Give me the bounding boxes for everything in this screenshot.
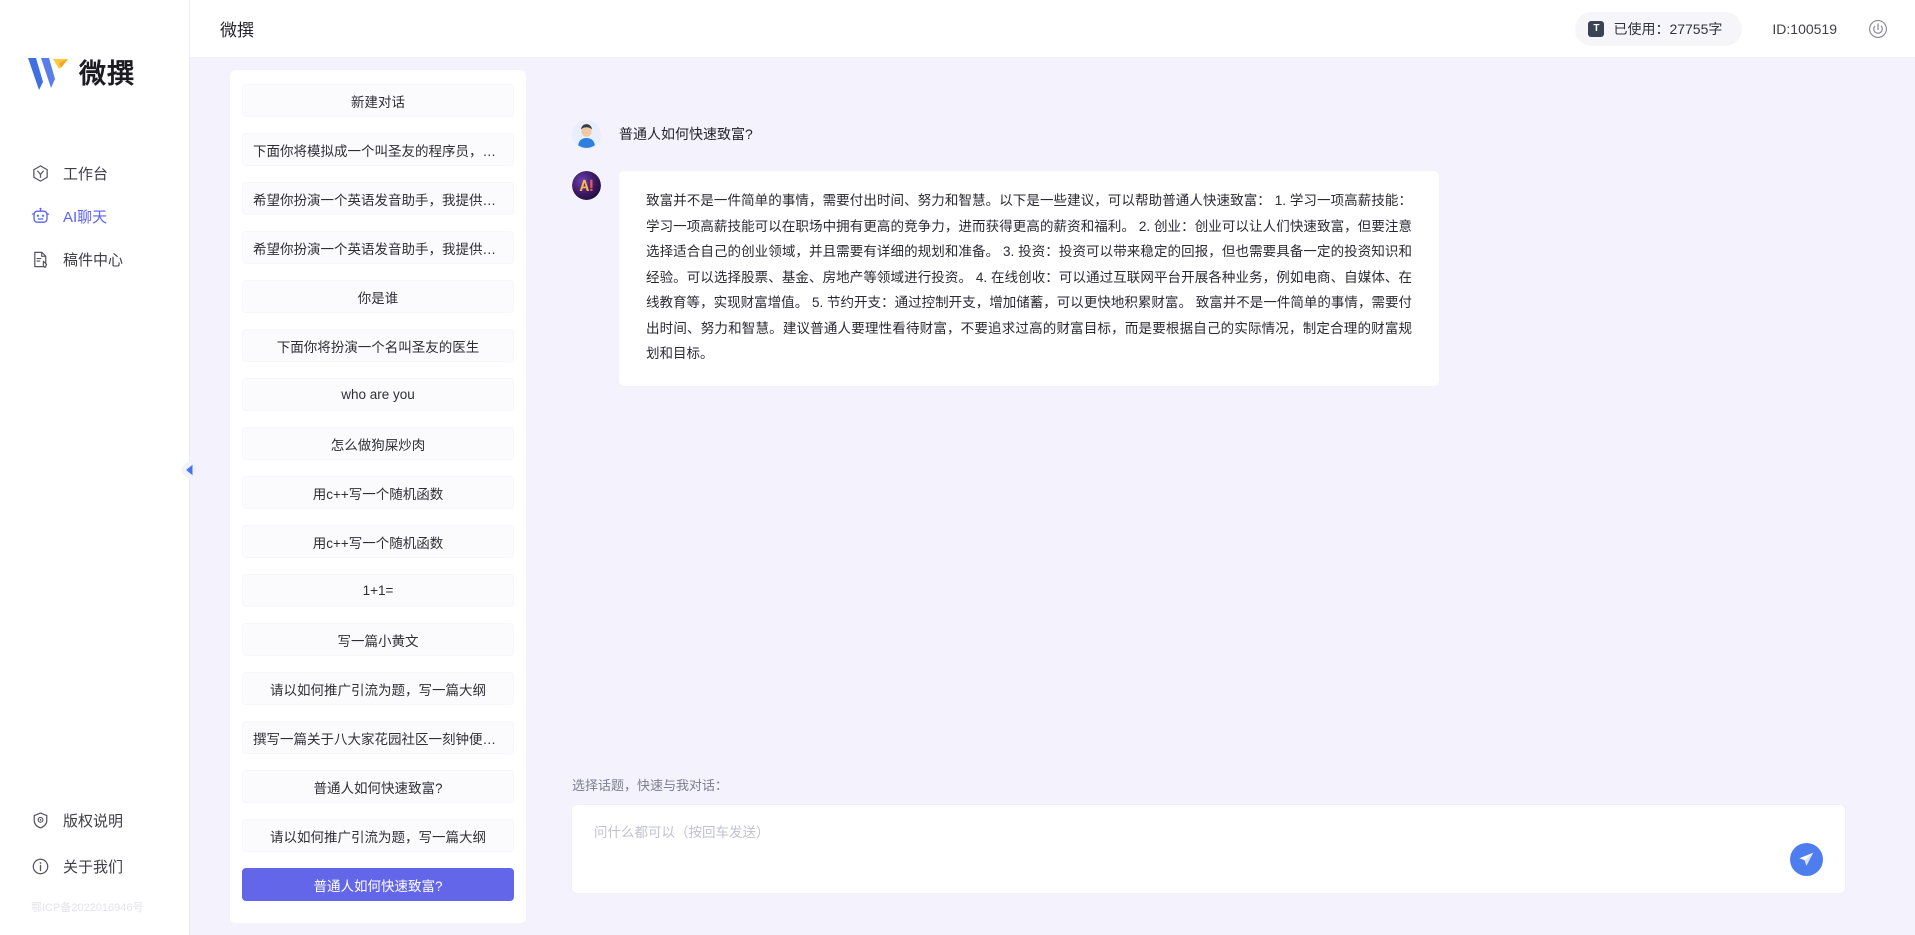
sidebar-item-ai-chat[interactable]: AI聊天 — [0, 195, 189, 237]
power-icon — [1869, 19, 1887, 38]
conversation-label: 下面你将模拟成一个叫圣友的程序员，我说... — [253, 143, 503, 159]
conversation-list-panel[interactable]: 新建对话 下面你将模拟成一个叫圣友的程序员，我说... 希望你扮演一个英语发音助… — [230, 70, 526, 923]
conversation-label: 下面你将扮演一个名叫圣友的医生 — [276, 339, 480, 355]
conversation-item[interactable]: 希望你扮演一个英语发音助手，我提供给你... — [242, 182, 514, 215]
chat-messages-scroll[interactable]: 普通人如何快速致富? 致富并不是一件简单的事情，需要付出时间、努力和智慧。以下是… — [526, 58, 1915, 775]
sidebar-item-draft-center[interactable]: 稿件中心 — [0, 238, 189, 280]
w-logo-icon — [28, 58, 68, 90]
conversation-label: 希望你扮演一个英语发音助手，我提供给你... — [253, 192, 503, 208]
usage-chip[interactable]: T 已使用：27755字 — [1575, 11, 1743, 46]
conversation-label: who are you — [341, 387, 415, 402]
sidebar-item-workbench[interactable]: 工作台 — [0, 152, 189, 194]
token-icon: T — [1588, 20, 1605, 37]
sidebar-collapse-handle[interactable] — [181, 459, 199, 481]
conversation-item[interactable]: 用c++写一个随机函数 — [242, 525, 514, 558]
conversation-item[interactable]: 1+1= — [242, 574, 514, 607]
brand-name: 微撰 — [79, 58, 135, 89]
user-avatar-icon — [572, 120, 601, 149]
conversation-item[interactable]: 希望你扮演一个英语发音助手，我提供给你... — [242, 231, 514, 264]
conversation-label: 希望你扮演一个英语发音助手，我提供给你... — [253, 241, 503, 257]
composer-hint: 选择话题，快速与我对话： — [572, 778, 729, 793]
assistant-message-bubble: 致富并不是一件简单的事情，需要付出时间、努力和智慧。以下是一些建议，可以帮助普通… — [619, 171, 1439, 386]
conversation-label: 普通人如何快速致富? — [313, 878, 443, 894]
conversation-item[interactable]: 撰写一篇关于八大家花园社区一刻钟便民生... — [242, 721, 514, 754]
conversation-label: 1+1= — [362, 583, 394, 598]
conversation-item[interactable]: 写一篇小黄文 — [242, 623, 514, 656]
usage-label: 已使用：27755字 — [1613, 20, 1723, 37]
document-edit-icon — [34, 251, 48, 268]
chat-message-user: 普通人如何快速致富? — [526, 120, 1915, 149]
chevron-left-icon — [182, 462, 198, 478]
top-bar: 微撰 T 已使用：27755字 ID:100519 — [190, 0, 1915, 58]
conversation-label: 你是谁 — [357, 290, 399, 306]
send-paper-plane-icon — [1799, 852, 1814, 866]
ai-avatar-icon — [572, 171, 601, 200]
conversation-label: 写一篇小黄文 — [337, 633, 419, 649]
conversation-item[interactable]: 普通人如何快速致富? — [242, 770, 514, 803]
sidebar-item-label: 版权说明 — [63, 812, 124, 830]
app-root: 微撰 工作台 AI聊天 稿件中心 版权说明 关于我们 鄂ICP备20220169… — [0, 0, 1915, 935]
sidebar-item-label: 稿件中心 — [63, 251, 124, 269]
shield-icon — [33, 811, 48, 829]
nav-items: 工作台 AI聊天 稿件中心 — [0, 152, 189, 281]
conversation-item[interactable]: 下面你将模拟成一个叫圣友的程序员，我说... — [242, 133, 514, 166]
icp-record-number[interactable]: 鄂ICP备2022016946号 — [0, 891, 189, 925]
left-nav-rail: 微撰 工作台 AI聊天 稿件中心 版权说明 关于我们 鄂ICP备20220169… — [0, 0, 198, 935]
sidebar-item-label: 关于我们 — [63, 858, 124, 876]
new-chat-button[interactable]: 新建对话 — [242, 84, 514, 117]
chat-message-assistant: 致富并不是一件简单的事情，需要付出时间、努力和智慧。以下是一些建议，可以帮助普通… — [526, 171, 1915, 386]
conversation-item[interactable]: 你是谁 — [242, 280, 514, 313]
top-bar-right-group: T 已使用：27755字 ID:100519 — [1575, 11, 1889, 46]
user-id-label: ID:100519 — [1772, 20, 1837, 37]
composer: 选择话题，快速与我对话： — [526, 775, 1915, 935]
new-chat-label: 新建对话 — [351, 94, 405, 110]
right-column: 微撰 T 已使用：27755字 ID:100519 新建对话 下面你将模拟成一个… — [190, 0, 1915, 935]
sidebar-item-label: AI聊天 — [63, 208, 108, 226]
conversation-label: 撰写一篇关于八大家花园社区一刻钟便民生... — [253, 731, 503, 747]
conversation-label: 请以如何推广引流为题，写一篇大纲 — [270, 682, 486, 698]
chat-column: 普通人如何快速致富? 致富并不是一件简单的事情，需要付出时间、努力和智慧。以下是… — [526, 58, 1915, 935]
conversation-item[interactable]: 请以如何推广引流为题，写一篇大纲 — [242, 672, 514, 705]
composer-box[interactable] — [572, 805, 1845, 893]
send-button[interactable] — [1790, 843, 1823, 876]
body-area: 新建对话 下面你将模拟成一个叫圣友的程序员，我说... 希望你扮演一个英语发音助… — [190, 58, 1915, 935]
workbench-icon — [33, 164, 48, 182]
conversation-label: 用c++写一个随机函数 — [312, 535, 444, 551]
conversation-item[interactable]: 用c++写一个随机函数 — [242, 476, 514, 509]
conversation-label: 用c++写一个随机函数 — [312, 486, 444, 502]
nav-bottom-group: 版权说明 关于我们 鄂ICP备2022016946号 — [0, 799, 189, 935]
message-input[interactable] — [572, 805, 1845, 893]
sidebar-item-about-us[interactable]: 关于我们 — [0, 845, 189, 887]
conversation-label: 请以如何推广引流为题，写一篇大纲 — [270, 829, 486, 845]
logout-button[interactable] — [1867, 18, 1889, 40]
user-message-text: 普通人如何快速致富? — [619, 126, 753, 142]
page-title: 微撰 — [220, 21, 254, 40]
conversation-item[interactable]: 怎么做狗屎炒肉 — [242, 427, 514, 460]
brand: 微撰 — [0, 0, 189, 110]
conversation-item[interactable]: 下面你将扮演一个名叫圣友的医生 — [242, 329, 514, 362]
conversation-item-selected[interactable]: 普通人如何快速致富? — [242, 868, 514, 901]
conversation-item[interactable]: who are you — [242, 378, 514, 411]
conversation-item[interactable]: 请以如何推广引流为题，写一篇大纲 — [242, 819, 514, 852]
info-icon — [32, 858, 49, 874]
conversation-label: 普通人如何快速致富? — [313, 780, 443, 796]
conversation-label: 怎么做狗屎炒肉 — [330, 437, 426, 453]
sidebar-item-copyright[interactable]: 版权说明 — [0, 799, 189, 841]
robot-icon — [31, 207, 50, 223]
sidebar-item-label: 工作台 — [63, 165, 109, 183]
